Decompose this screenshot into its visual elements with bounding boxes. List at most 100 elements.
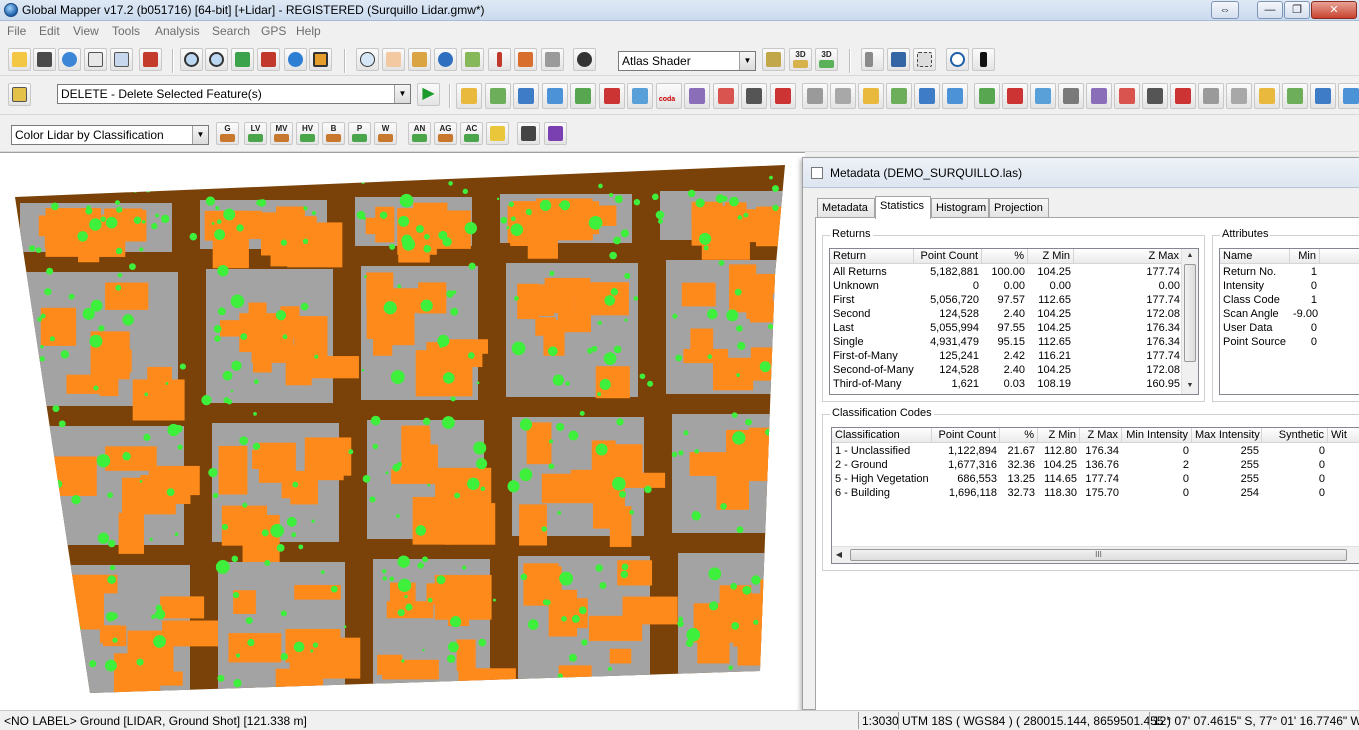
tab-metadata[interactable]: Metadata <box>817 198 875 218</box>
menu-view[interactable]: View <box>73 24 99 38</box>
digitizer-tool-21-icon[interactable] <box>1030 83 1056 109</box>
table-row[interactable]: Second-of-Many 124,528 2.40 104.25 172.08 <box>830 363 1183 377</box>
zoom-extents-icon[interactable] <box>231 48 254 71</box>
zoom-out-icon[interactable] <box>205 48 228 71</box>
shader-select[interactable]: Atlas Shader ▼ <box>618 51 756 71</box>
info-icon[interactable] <box>434 48 457 71</box>
scroll-up-icon[interactable]: ▲ <box>1182 249 1198 263</box>
attributes-table[interactable]: Name Min Return No. 1 Intensity 0 Class Code 1… <box>1219 248 1359 395</box>
tower-icon[interactable] <box>488 48 511 71</box>
table-row[interactable]: Single 4,931,479 95.15 112.65 176.34 <box>830 335 1183 349</box>
3d-view-icon[interactable]: 3D <box>789 48 812 71</box>
lidar-color-select[interactable]: Color Lidar by Classification ▼ <box>11 125 209 145</box>
digitizer-tool-5-icon[interactable] <box>570 83 596 109</box>
returns-header-4[interactable]: Z Max <box>1074 249 1183 264</box>
digitizer-tool-12-icon[interactable] <box>769 83 796 109</box>
path-profile-icon[interactable] <box>461 48 484 71</box>
classification-header-2[interactable]: % <box>1000 428 1038 443</box>
tab-statistics[interactable]: Statistics <box>875 196 931 219</box>
lidar-class-g-button[interactable]: G <box>216 122 239 145</box>
digitizer-tool-22-icon[interactable] <box>1058 83 1084 109</box>
3d-path-icon[interactable]: 3D <box>815 48 838 71</box>
returns-header-2[interactable]: % <box>982 249 1028 264</box>
draw-icon[interactable] <box>514 48 537 71</box>
lidar-class-w-button[interactable]: W <box>374 122 397 145</box>
digitizer-tool-13-icon[interactable] <box>802 83 828 109</box>
table-row[interactable]: Class Code 1 <box>1220 293 1320 307</box>
table-row[interactable]: Return No. 1 <box>1220 265 1320 279</box>
table-row[interactable]: Scan Angle -9.00 <box>1220 307 1320 321</box>
classification-header-3[interactable]: Z Min <box>1038 428 1080 443</box>
digitizer-tool-6-icon[interactable] <box>598 83 625 109</box>
scroll-down-icon[interactable]: ▼ <box>1182 379 1198 393</box>
returns-header-3[interactable]: Z Min <box>1028 249 1074 264</box>
attributes-header-0[interactable]: Name <box>1220 249 1290 264</box>
digitizer-tool-4-icon[interactable] <box>541 83 568 109</box>
globe-icon[interactable] <box>58 48 81 71</box>
classification-header-5[interactable]: Min Intensity <box>1122 428 1192 443</box>
digitizer-tool-16-icon[interactable] <box>886 83 912 109</box>
returns-header-1[interactable]: Point Count <box>914 249 982 264</box>
digitizer-tool-24-icon[interactable] <box>1114 83 1140 109</box>
digitizer-tool-23-icon[interactable] <box>1086 83 1112 109</box>
returns-vscroll[interactable]: ▲ ▼ <box>1181 249 1198 394</box>
digitizer-tool-10-icon[interactable] <box>712 83 739 109</box>
chevron-down-icon[interactable]: ▼ <box>192 126 208 144</box>
menu-edit[interactable]: Edit <box>39 24 60 38</box>
menu-tools[interactable]: Tools <box>112 24 140 38</box>
table-row[interactable]: First 5,056,720 97.57 112.65 177.74 <box>830 293 1183 307</box>
action-select[interactable]: DELETE - Delete Selected Feature(s) ▼ <box>57 84 411 104</box>
digitizer-tool-31-icon[interactable] <box>1310 83 1336 109</box>
digitizer-tool-17-icon[interactable] <box>914 83 940 109</box>
digitizer-mode-icon[interactable] <box>8 83 31 106</box>
digitizer-tool-9-icon[interactable] <box>684 83 710 109</box>
table-row[interactable]: 6 - Building 1,696,118 32.73 118.30 175.70 0 2… <box>832 486 1359 500</box>
menu-search[interactable]: Search <box>212 24 250 38</box>
menu-help[interactable]: Help <box>296 24 321 38</box>
digitizer-tool-30-icon[interactable] <box>1282 83 1308 109</box>
table-row[interactable]: 1 - Unclassified 1,122,894 21.67 112.80 176.… <box>832 444 1359 458</box>
tab-projection[interactable]: Projection <box>989 198 1049 218</box>
home-icon[interactable] <box>257 48 280 71</box>
lidar-class-p-button[interactable]: P <box>348 122 371 145</box>
digitizer-tool-26-icon[interactable] <box>1170 83 1196 109</box>
lidar-class-mv-button[interactable]: MV <box>270 122 293 145</box>
classification-table[interactable]: Classification Point Count% Z Min Z Max Min … <box>831 427 1359 564</box>
restore-button[interactable]: ⇔ <box>1211 1 1239 19</box>
digitizer-tool-32-icon[interactable] <box>1338 83 1359 109</box>
menu-analysis[interactable]: Analysis <box>155 24 200 38</box>
table-row[interactable]: Third-of-Many 1,621 0.03 108.19 160.95 <box>830 377 1183 391</box>
split-icon[interactable] <box>517 122 540 145</box>
menu-gps[interactable]: GPS <box>261 24 286 38</box>
digitizer-tool-8-icon[interactable]: coda <box>655 83 682 109</box>
refresh-icon[interactable] <box>284 48 307 71</box>
grid-icon[interactable] <box>309 48 332 71</box>
lidar-class-ac-button[interactable]: AC <box>460 122 483 145</box>
digitizer-tool-18-icon[interactable] <box>942 83 968 109</box>
layout-icon[interactable] <box>84 48 107 71</box>
tab-histogram[interactable]: Histogram <box>931 198 989 218</box>
scroll-left-icon[interactable]: ◀ <box>832 547 846 563</box>
digitizer-tool-7-icon[interactable] <box>627 83 653 109</box>
north-arrow-icon[interactable] <box>972 48 995 71</box>
binoculars-icon[interactable] <box>573 48 596 71</box>
dot-grid-icon[interactable] <box>544 122 567 145</box>
table-row[interactable]: Intensity 0 <box>1220 279 1320 293</box>
flag-icon[interactable] <box>861 48 884 71</box>
table-row[interactable]: Point Source 0 <box>1220 335 1320 349</box>
scroll-thumb[interactable] <box>1184 264 1196 362</box>
target-icon[interactable] <box>946 48 969 71</box>
classification-hscroll[interactable]: ◀ III <box>832 546 1359 563</box>
lidar-class-hv-button[interactable]: HV <box>296 122 319 145</box>
digitizer-tool-28-icon[interactable] <box>1226 83 1252 109</box>
returns-header-0[interactable]: Return <box>830 249 914 264</box>
tools-icon[interactable] <box>139 48 162 71</box>
digitizer-tool-3-icon[interactable] <box>513 83 539 109</box>
shader-options-icon[interactable] <box>762 48 785 71</box>
chevron-down-icon[interactable]: ▼ <box>394 85 410 103</box>
map-view[interactable] <box>0 152 805 710</box>
digitizer-tool-27-icon[interactable] <box>1198 83 1224 109</box>
measure-icon[interactable] <box>408 48 431 71</box>
scroll-thumb[interactable]: III <box>850 549 1347 561</box>
lidar-point-cloud-map[interactable] <box>0 153 805 710</box>
